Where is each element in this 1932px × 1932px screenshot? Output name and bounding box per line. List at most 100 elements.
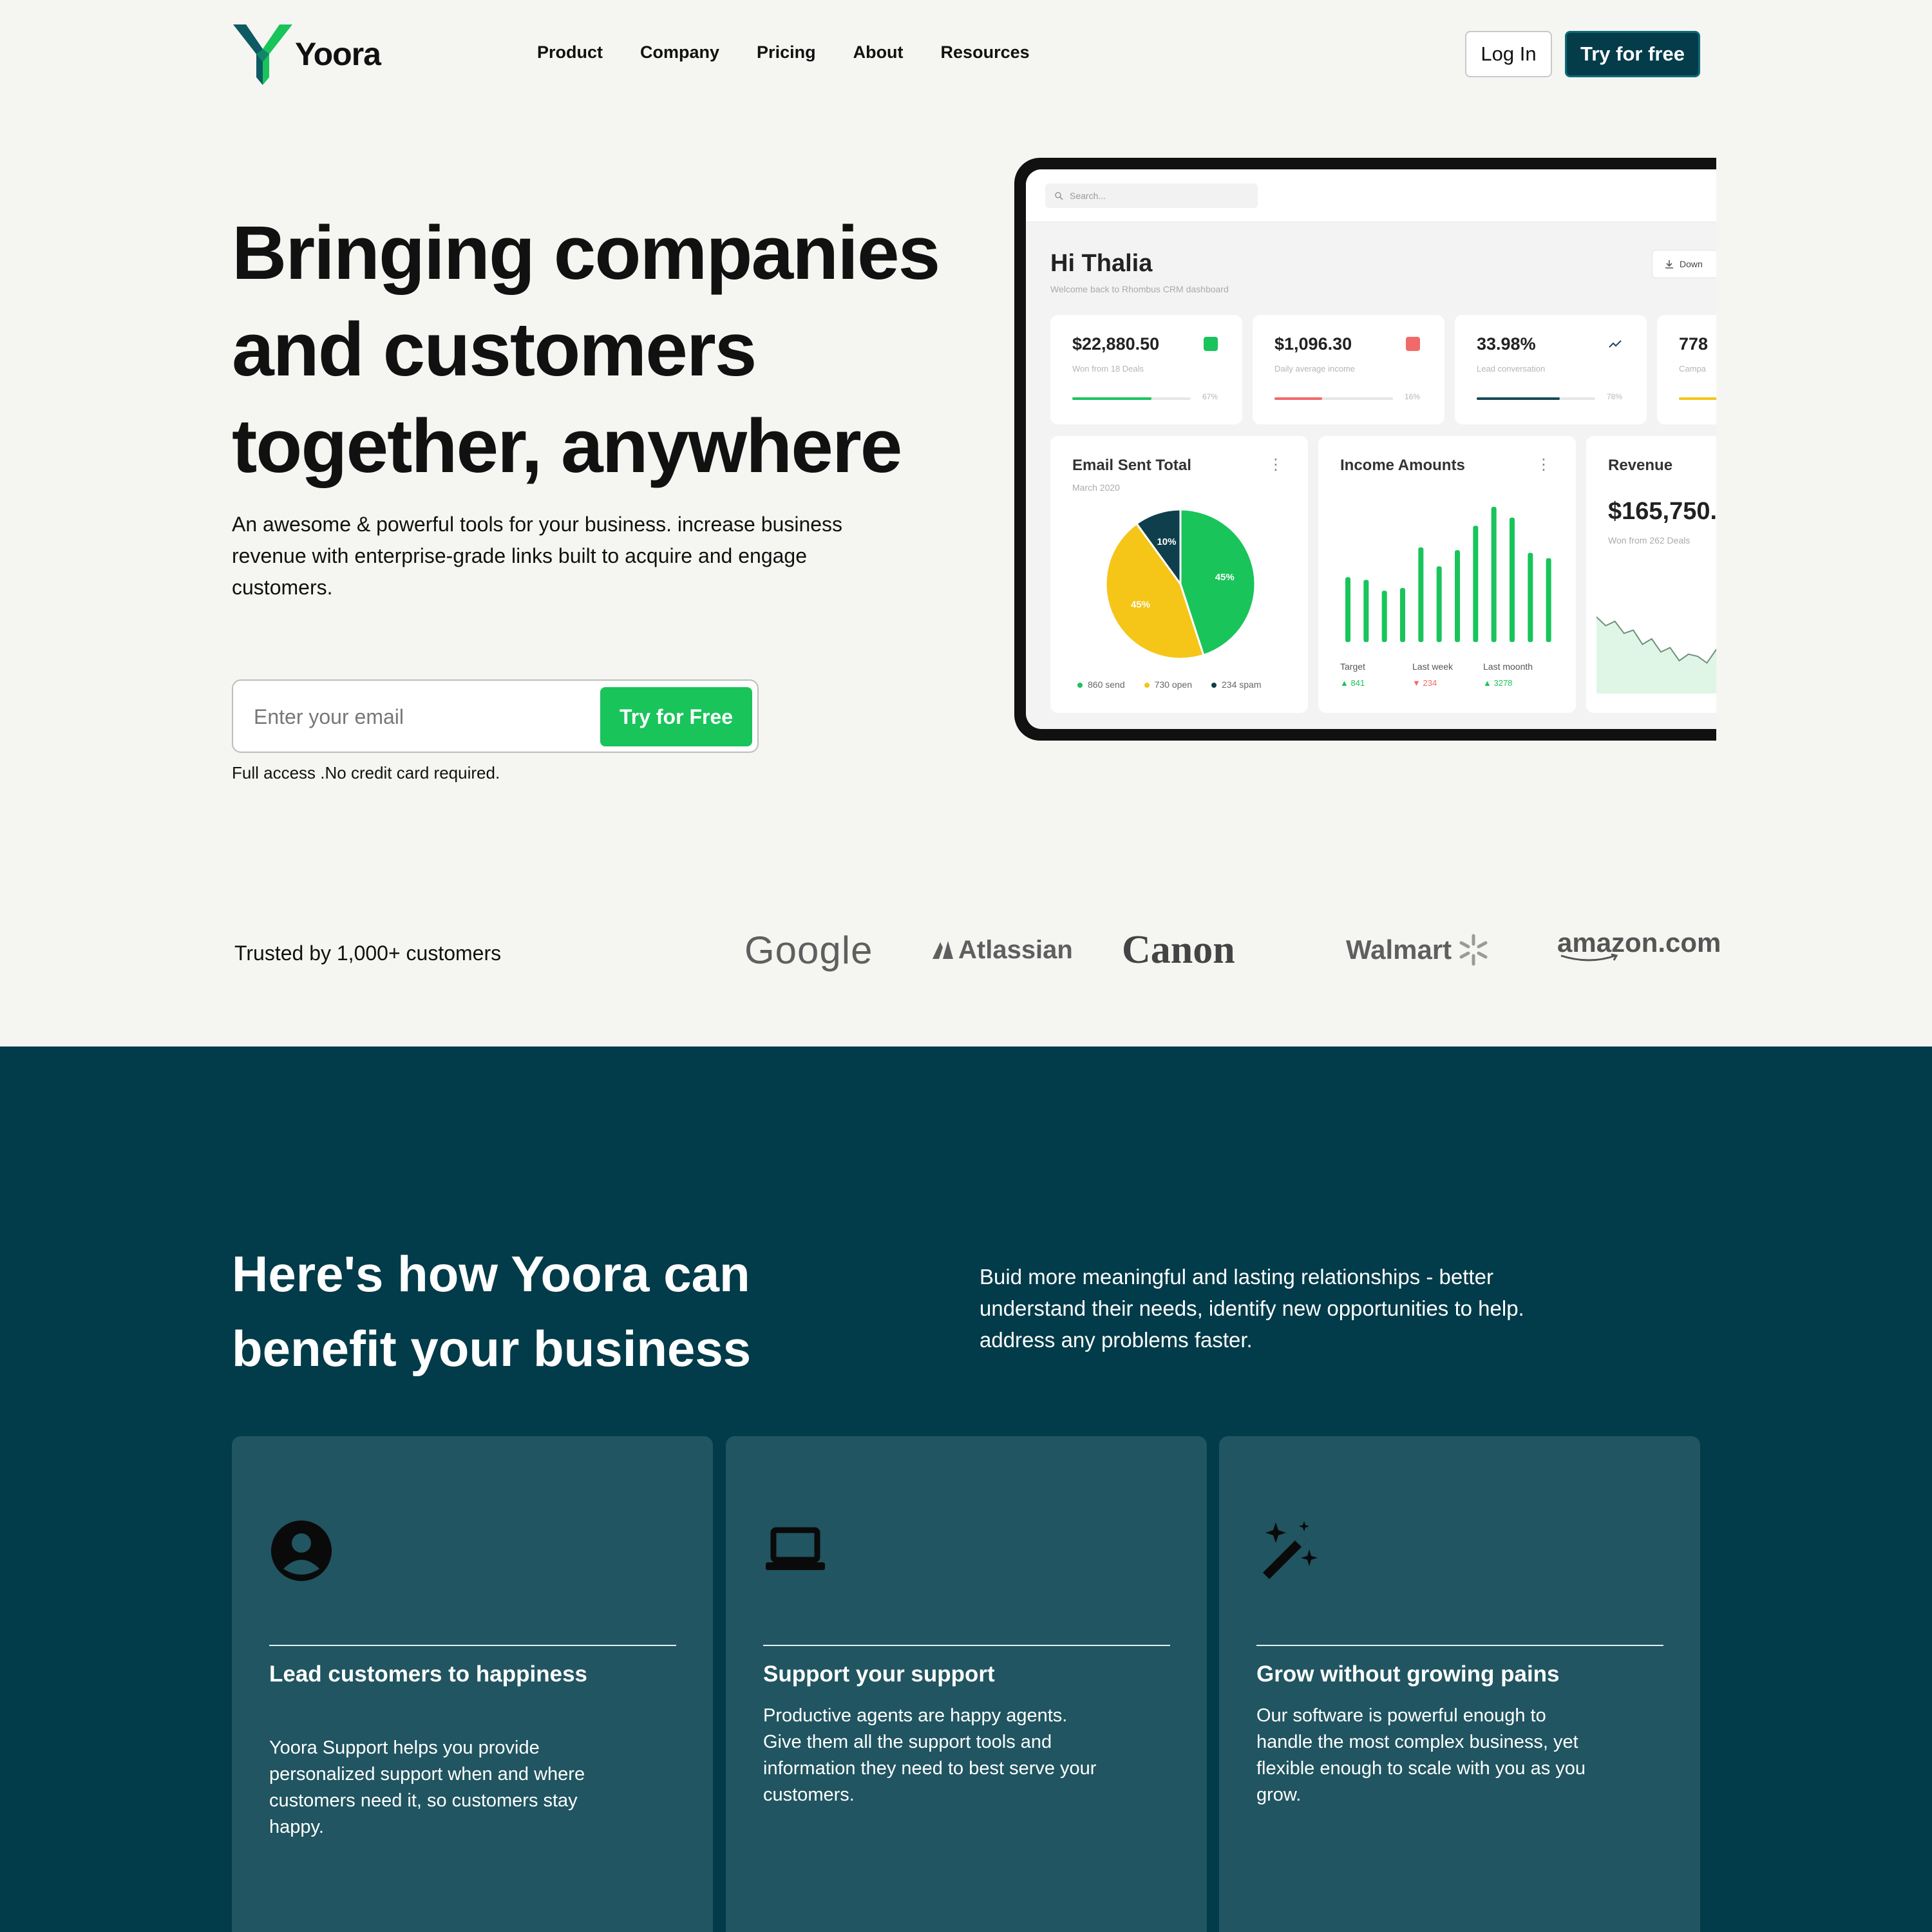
income-label: Target bbox=[1340, 661, 1365, 672]
yoora-logo-icon bbox=[233, 24, 292, 85]
amazon-smile-icon bbox=[1560, 953, 1618, 961]
dashboard-greeting: Hi Thalia bbox=[1050, 250, 1153, 277]
brand-logo[interactable]: Yoora bbox=[232, 22, 381, 86]
atlassian-mark-icon bbox=[933, 941, 953, 959]
income-bar bbox=[1510, 517, 1515, 642]
nav-pricing[interactable]: Pricing bbox=[757, 43, 816, 62]
atlassian-logo: Atlassian bbox=[930, 927, 1073, 972]
stat-card: $22,880.50 Won from 18 Deals 67% bbox=[1050, 315, 1242, 424]
legend-dot-icon bbox=[1211, 683, 1217, 688]
stat-label: Lead conversation bbox=[1477, 364, 1546, 374]
feature-divider bbox=[763, 1645, 1170, 1646]
income-bar bbox=[1381, 591, 1387, 642]
feature-text: Our software is powerful enough to handl… bbox=[1256, 1705, 1586, 1805]
income-bar bbox=[1455, 550, 1460, 642]
dashboard-screen: Search... Hi Thalia Welcome back to Rhom… bbox=[1026, 169, 1716, 729]
stat-label: Daily average income bbox=[1274, 364, 1356, 374]
legend-item: 860 send bbox=[1077, 679, 1125, 690]
income-label: Last week bbox=[1412, 661, 1454, 672]
stat-percent: 16% bbox=[1405, 392, 1421, 401]
dashboard-mockup: Search... Hi Thalia Welcome back to Rhom… bbox=[1014, 158, 1716, 741]
feature-text: Productive agents are happy agents. Give… bbox=[763, 1705, 1097, 1805]
legend-item: 234 spam bbox=[1211, 679, 1262, 690]
income-bar-chart bbox=[1345, 507, 1551, 642]
hero-title-line: Bringing companies bbox=[232, 211, 940, 296]
magic-wand-icon bbox=[1263, 1521, 1318, 1579]
dashboard-search-placeholder: Search... bbox=[1070, 191, 1106, 201]
feature-divider bbox=[269, 1645, 676, 1646]
stat-progress-fill bbox=[1679, 397, 1716, 400]
amazon-logo: amazon.com bbox=[1557, 927, 1721, 972]
legend-item: 730 open bbox=[1144, 679, 1192, 690]
stat-progress bbox=[1072, 397, 1191, 400]
hero-title-line: together, anywhere bbox=[232, 404, 902, 489]
stat-value: $1,096.30 bbox=[1274, 334, 1352, 354]
revenue-card: Revenue $165,750. Won from 262 Deals bbox=[1586, 436, 1716, 713]
income-amounts-card: Income Amounts ⋮ Target Last week Last m… bbox=[1318, 436, 1576, 713]
pie-slice-label: 10% bbox=[1157, 536, 1176, 547]
nav-resources[interactable]: Resources bbox=[941, 43, 1030, 62]
google-logo: Google bbox=[744, 928, 873, 972]
stat-percent: 78% bbox=[1607, 392, 1623, 401]
income-bar bbox=[1546, 558, 1551, 642]
trusted-label: Trusted by 1,000+ customers bbox=[234, 942, 502, 965]
stat-card: 778 Campa bbox=[1657, 315, 1716, 424]
income-value: ▲ 3278 bbox=[1483, 678, 1513, 688]
card-title: Income Amounts bbox=[1340, 457, 1465, 474]
stat-progress-fill bbox=[1274, 397, 1322, 400]
email-pie-chart: 10% 45% 45% bbox=[1104, 508, 1256, 660]
dashboard-download-label: Down bbox=[1680, 259, 1703, 269]
search-icon bbox=[1055, 192, 1063, 200]
walmart-spark-icon bbox=[1459, 934, 1488, 966]
hero-title: Bringing companies and customers togethe… bbox=[232, 205, 1056, 495]
site-header: Yoora Product Company Pricing About Reso… bbox=[0, 0, 1932, 109]
login-button[interactable]: Log In bbox=[1465, 31, 1552, 77]
income-bar bbox=[1345, 577, 1350, 642]
download-icon bbox=[1665, 260, 1673, 269]
income-value: ▼ 234 bbox=[1412, 678, 1437, 688]
pie-slice-label: 45% bbox=[1215, 572, 1235, 583]
revenue-area bbox=[1596, 617, 1716, 694]
benefits-title-line: Here's how Yoora can bbox=[232, 1245, 750, 1302]
stat-value: 778 bbox=[1679, 334, 1709, 354]
feature-card-support: Support your support Productive agents a… bbox=[726, 1436, 1207, 1932]
hero-note: Full access .No credit card required. bbox=[232, 763, 500, 782]
user-circle-icon bbox=[271, 1520, 332, 1581]
pie-slice-label: 45% bbox=[1131, 600, 1150, 611]
pie-legend: 860 send 730 open 234 spam bbox=[1077, 679, 1262, 690]
stat-progress bbox=[1274, 397, 1393, 400]
email-signup-form: Try for Free bbox=[232, 679, 759, 753]
email-input[interactable] bbox=[252, 696, 587, 737]
nav-about[interactable]: About bbox=[853, 43, 904, 62]
try-free-hero-button[interactable]: Try for Free bbox=[600, 687, 752, 746]
try-free-header-button[interactable]: Try for free bbox=[1565, 31, 1700, 77]
revenue-subtitle: Won from 262 Deals bbox=[1608, 535, 1690, 545]
feature-title: Grow without growing pains bbox=[1256, 1662, 1560, 1687]
walmart-logo: Walmart bbox=[1346, 927, 1490, 972]
feature-card-grow: Grow without growing pains Our software … bbox=[1219, 1436, 1700, 1932]
main-nav: Product Company Pricing About Resources bbox=[537, 43, 1030, 62]
income-label: Last moonth bbox=[1483, 661, 1533, 672]
stat-percent: 67% bbox=[1202, 392, 1218, 401]
feature-title: Lead customers to happiness bbox=[269, 1662, 588, 1687]
dashboard-topbar: Search... bbox=[1026, 169, 1716, 222]
revenue-value: $165,750. bbox=[1608, 498, 1716, 525]
benefits-description: Buid more meaningful and lasting relatio… bbox=[980, 1265, 1524, 1352]
more-options-icon: ⋮ bbox=[1536, 456, 1551, 473]
feature-text: Yoora Support helps you provide personal… bbox=[269, 1738, 585, 1837]
hero-title-line: and customers bbox=[232, 307, 757, 392]
canon-logo: Canon bbox=[1122, 927, 1235, 972]
income-value: ▲ 841 bbox=[1340, 678, 1365, 688]
income-bar bbox=[1363, 580, 1369, 642]
stat-progress bbox=[1477, 397, 1595, 400]
nav-company[interactable]: Company bbox=[640, 43, 719, 62]
nav-product[interactable]: Product bbox=[537, 43, 603, 62]
card-title: Email Sent Total bbox=[1072, 457, 1191, 474]
stat-progress bbox=[1679, 397, 1716, 400]
feature-title: Support your support bbox=[763, 1662, 995, 1687]
card-subtitle: March 2020 bbox=[1072, 482, 1120, 493]
trend-up-icon bbox=[1609, 340, 1622, 348]
income-bar bbox=[1491, 507, 1497, 642]
dashboard-download: Down bbox=[1652, 250, 1716, 278]
stat-value: 33.98% bbox=[1477, 334, 1536, 354]
